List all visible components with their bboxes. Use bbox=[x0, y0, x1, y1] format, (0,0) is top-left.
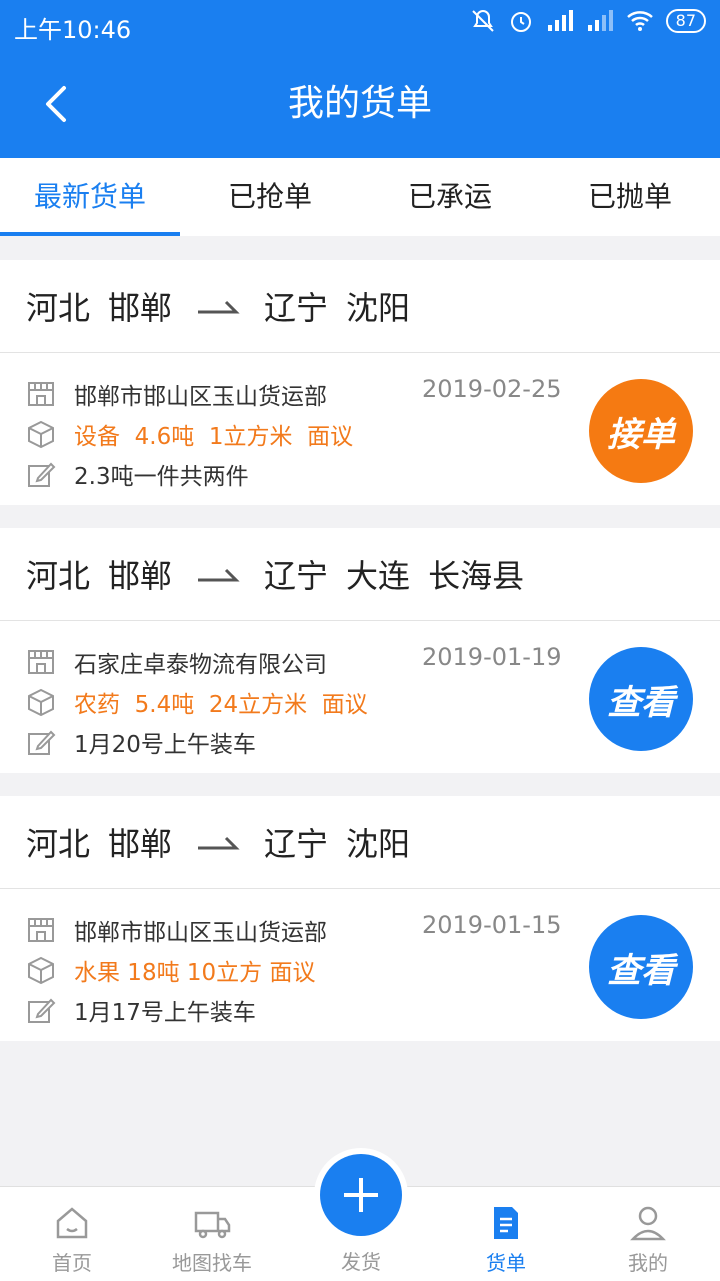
order-date: 2019-02-25 bbox=[422, 375, 562, 403]
to-city: 沈阳 bbox=[346, 289, 411, 327]
to-province: 辽宁 bbox=[264, 557, 329, 595]
order-details: 邯郸市邯山区玉山货运部 设备 4.6吨 1立方米 面议 2.3吨一件共两件 20… bbox=[0, 353, 720, 505]
route-header: 河北 邯郸 辽宁 大连 长海县 bbox=[0, 528, 720, 621]
edit-icon bbox=[28, 998, 56, 1023]
edit-icon bbox=[28, 730, 56, 755]
route-header: 河北 邯郸 辽宁 沈阳 bbox=[0, 796, 720, 889]
from-province: 河北 bbox=[26, 289, 91, 327]
nav-mine-label: 我的 bbox=[628, 1251, 668, 1275]
order-date: 2019-01-19 bbox=[422, 643, 562, 671]
nav-mine[interactable]: 我的 bbox=[588, 1187, 708, 1276]
goods-info: 水果 18吨 10立方 面议 bbox=[74, 960, 316, 986]
goods-row: 设备 4.6吨 1立方米 面议 bbox=[26, 417, 353, 451]
order-card[interactable]: 河北 邯郸 辽宁 沈阳 邯郸市邯山区玉山货运部 水果 18吨 10立方 面议 1… bbox=[0, 796, 720, 1041]
tab-abandoned[interactable]: 已抛单 bbox=[540, 158, 720, 236]
alarm-icon bbox=[510, 12, 531, 32]
nav-map-find-truck[interactable]: 地图找车 bbox=[152, 1187, 272, 1276]
package-icon bbox=[28, 688, 54, 717]
view-order-button[interactable]: 查看 bbox=[589, 647, 693, 751]
to-city: 沈阳 bbox=[346, 825, 411, 863]
home-icon bbox=[56, 1207, 88, 1239]
company-row: 邯郸市邯山区玉山货运部 bbox=[26, 913, 327, 947]
company-row: 石家庄卓泰物流有限公司 bbox=[26, 645, 327, 679]
note-row: 2.3吨一件共两件 bbox=[26, 457, 249, 491]
route-arrow-icon bbox=[198, 836, 240, 850]
package-icon bbox=[28, 956, 54, 985]
order-card[interactable]: 河北 邯郸 辽宁 沈阳 邯郸市邯山区玉山货运部 设备 4.6吨 1立方米 面议 … bbox=[0, 260, 720, 505]
page-title: 我的货单 bbox=[287, 83, 432, 124]
from-city: 邯郸 bbox=[108, 557, 173, 595]
to-county: 长海县 bbox=[428, 557, 525, 595]
order-details: 邯郸市邯山区玉山货运部 水果 18吨 10立方 面议 1月17号上午装车 201… bbox=[0, 889, 720, 1041]
truck-icon bbox=[194, 1211, 231, 1239]
note-text: 1月17号上午装车 bbox=[74, 1000, 256, 1026]
user-icon bbox=[630, 1206, 666, 1241]
nav-ship-label: 发货 bbox=[341, 1250, 381, 1274]
wifi-icon bbox=[626, 11, 653, 31]
note-text: 1月20号上午装车 bbox=[74, 732, 256, 758]
note-row: 1月17号上午装车 bbox=[26, 993, 256, 1027]
signal-weak-icon bbox=[587, 10, 613, 31]
to-province: 辽宁 bbox=[264, 289, 329, 327]
accept-order-button[interactable]: 接单 bbox=[589, 379, 693, 483]
app-bar: 我的货单 bbox=[0, 50, 720, 158]
tab-carried[interactable]: 已承运 bbox=[360, 158, 540, 236]
company-name: 邯郸市邯山区玉山货运部 bbox=[74, 384, 327, 410]
order-card[interactable]: 河北 邯郸 辽宁 大连 长海县 石家庄卓泰物流有限公司 农药 5.4吨 24立方… bbox=[0, 528, 720, 773]
mute-bell-icon bbox=[471, 9, 494, 32]
tab-grabbed[interactable]: 已抢单 bbox=[180, 158, 360, 236]
nav-map-label: 地图找车 bbox=[172, 1251, 252, 1275]
goods-info: 农药 5.4吨 24立方米 面议 bbox=[74, 692, 368, 718]
nav-home-label: 首页 bbox=[52, 1251, 92, 1275]
company-name: 石家庄卓泰物流有限公司 bbox=[74, 652, 327, 678]
route-arrow-icon bbox=[198, 568, 240, 582]
order-date: 2019-01-15 bbox=[422, 911, 562, 939]
to-city: 大连 bbox=[346, 557, 411, 595]
store-icon bbox=[28, 382, 54, 406]
nav-orders[interactable]: 货单 bbox=[446, 1187, 566, 1276]
from-province: 河北 bbox=[26, 557, 91, 595]
from-province: 河北 bbox=[26, 825, 91, 863]
store-icon bbox=[28, 650, 54, 674]
package-icon bbox=[28, 420, 54, 449]
goods-row: 农药 5.4吨 24立方米 面议 bbox=[26, 685, 368, 719]
status-time: 上午10:46 bbox=[14, 16, 132, 44]
to-province: 辽宁 bbox=[264, 825, 329, 863]
from-city: 邯郸 bbox=[108, 825, 173, 863]
signal-icon bbox=[547, 10, 573, 31]
nav-home[interactable]: 首页 bbox=[12, 1187, 132, 1276]
route-header: 河北 邯郸 辽宁 沈阳 bbox=[0, 260, 720, 353]
tab-bar: 最新货单 已抢单 已承运 已抛单 bbox=[0, 158, 720, 236]
goods-info: 设备 4.6吨 1立方米 面议 bbox=[74, 424, 354, 450]
note-text: 2.3吨一件共两件 bbox=[74, 464, 249, 490]
order-details: 石家庄卓泰物流有限公司 农药 5.4吨 24立方米 面议 1月20号上午装车 2… bbox=[0, 621, 720, 773]
route-arrow-icon bbox=[198, 300, 240, 314]
tab-latest-orders[interactable]: 最新货单 bbox=[0, 158, 180, 236]
status-bar: 上午10:46 87 bbox=[0, 0, 720, 50]
document-icon bbox=[494, 1207, 518, 1239]
ship-fab-button[interactable] bbox=[320, 1154, 402, 1236]
note-row: 1月20号上午装车 bbox=[26, 725, 256, 759]
company-name: 邯郸市邯山区玉山货运部 bbox=[74, 920, 327, 946]
battery-indicator: 87 bbox=[665, 9, 706, 33]
from-city: 邯郸 bbox=[108, 289, 173, 327]
status-icons: 87 bbox=[470, 8, 706, 34]
plus-icon bbox=[344, 1178, 378, 1212]
edit-icon bbox=[28, 462, 56, 487]
goods-row: 水果 18吨 10立方 面议 bbox=[26, 953, 315, 987]
store-icon bbox=[28, 918, 54, 942]
view-order-button[interactable]: 查看 bbox=[589, 915, 693, 1019]
nav-orders-label: 货单 bbox=[486, 1251, 526, 1275]
company-row: 邯郸市邯山区玉山货运部 bbox=[26, 377, 327, 411]
